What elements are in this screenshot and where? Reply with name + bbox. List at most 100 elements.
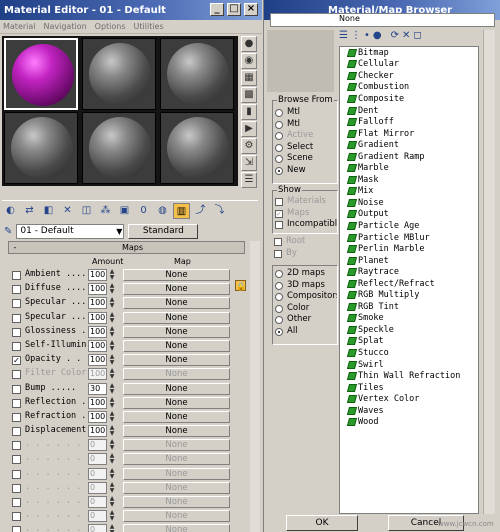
delete-icon[interactable]: ✕: [402, 30, 410, 44]
map-type-item[interactable]: Splat: [340, 336, 478, 348]
map-slot-button[interactable]: None: [123, 283, 230, 296]
amount-spinner-icon[interactable]: ▲▼: [108, 453, 116, 465]
view-list-icons-icon[interactable]: ⋮: [351, 30, 361, 44]
amount-spinner-icon[interactable]: ▲▼: [108, 481, 116, 494]
amount-spinner-icon[interactable]: ▲▼: [108, 510, 116, 522]
map-type-item[interactable]: Waves: [340, 405, 478, 417]
map-enable-checkbox[interactable]: [12, 412, 21, 422]
map-amount-input[interactable]: 100: [88, 269, 107, 281]
amount-spinner-icon[interactable]: ▲▼: [108, 311, 116, 324]
material-effects-channel-icon[interactable]: 0: [135, 203, 152, 219]
map-enable-checkbox[interactable]: [12, 313, 21, 323]
map-type-item[interactable]: Combustion: [340, 82, 478, 94]
radio-button[interactable]: [275, 143, 283, 152]
map-type-item[interactable]: Marble: [340, 162, 478, 174]
ok-button[interactable]: OK: [286, 515, 358, 531]
amount-spinner-icon[interactable]: ▲▼: [108, 354, 116, 366]
map-type-item[interactable]: Smoke: [340, 313, 478, 325]
checkbox[interactable]: [275, 221, 283, 229]
copy-material-icon[interactable]: ◫: [78, 203, 95, 219]
amount-spinner-icon[interactable]: ▲▼: [108, 425, 116, 437]
map-amount-input[interactable]: 0: [88, 496, 107, 508]
amount-spinner-icon[interactable]: ▲▼: [108, 467, 116, 480]
map-amount-input[interactable]: 0: [88, 524, 107, 532]
assign-to-selection-icon[interactable]: ◧: [40, 203, 57, 219]
amount-spinner-icon[interactable]: ▲▼: [108, 382, 116, 395]
map-amount-input[interactable]: 0: [88, 467, 107, 480]
map-type-item[interactable]: Dent: [340, 105, 478, 117]
showopts-option[interactable]: ✓ Maps: [273, 208, 337, 220]
map-slot-button[interactable]: None: [123, 396, 230, 409]
pick-material-icon[interactable]: ✎: [4, 226, 12, 237]
map-type-item[interactable]: Gradient: [340, 139, 478, 151]
catopts-option[interactable]: Color: [273, 303, 337, 315]
video-color-check-icon[interactable]: ▮: [241, 104, 257, 120]
catopts-option[interactable]: All: [273, 326, 337, 338]
lock-icon[interactable]: 🔒: [235, 280, 246, 291]
map-enable-checkbox[interactable]: [12, 483, 21, 493]
editor-scrollbar[interactable]: [250, 241, 260, 532]
map-amount-input[interactable]: 100: [88, 297, 107, 310]
map-enable-checkbox[interactable]: [12, 512, 21, 522]
radio-button[interactable]: [275, 293, 283, 301]
map-type-item[interactable]: Planet: [340, 255, 478, 267]
map-enable-checkbox[interactable]: [12, 285, 21, 295]
background-checker-icon[interactable]: ▦: [241, 70, 257, 86]
map-type-item[interactable]: RGB Tint: [340, 301, 478, 313]
backlight-icon[interactable]: ◉: [241, 53, 257, 69]
menu-options[interactable]: Options: [95, 22, 126, 31]
map-slot-button[interactable]: None: [123, 269, 230, 281]
map-enable-checkbox[interactable]: [12, 341, 21, 351]
map-enable-checkbox[interactable]: [12, 271, 21, 280]
map-type-item[interactable]: Flat Mirror: [340, 128, 478, 140]
map-slot-button[interactable]: None: [123, 368, 230, 381]
map-slot-button[interactable]: None: [123, 496, 230, 508]
amount-spinner-icon[interactable]: ▲▼: [108, 339, 116, 352]
map-enable-checkbox[interactable]: [12, 455, 21, 465]
browsefrom-option[interactable]: Select: [273, 142, 337, 154]
amount-spinner-icon[interactable]: ▲▼: [108, 396, 116, 409]
map-type-item[interactable]: Checker: [340, 70, 478, 82]
view-list-icon[interactable]: ☰: [339, 30, 348, 44]
editor-titlebar[interactable]: Material Editor - 01 - Default _ □ ×: [0, 0, 262, 20]
map-amount-input[interactable]: 100: [88, 396, 107, 409]
menu-utilities[interactable]: Utilities: [134, 22, 164, 31]
map-amount-input[interactable]: 100: [88, 283, 107, 296]
radio-button[interactable]: [275, 155, 283, 163]
map-type-item[interactable]: Swirl: [340, 359, 478, 371]
catopts-option[interactable]: Other: [273, 314, 337, 326]
amount-spinner-icon[interactable]: ▲▼: [108, 297, 116, 309]
map-amount-input[interactable]: 0: [88, 510, 107, 523]
map-slot-button[interactable]: None: [123, 510, 230, 523]
map-amount-input[interactable]: 100: [88, 325, 107, 338]
map-type-item[interactable]: Stucco: [340, 347, 478, 359]
map-type-item[interactable]: Perlin Marble: [340, 243, 478, 255]
material-name-combo[interactable]: 01 - Default: [16, 223, 125, 239]
map-type-item[interactable]: Particle MBlur: [340, 232, 478, 244]
map-type-item[interactable]: Particle Age: [340, 220, 478, 232]
reset-icon[interactable]: ✕: [59, 203, 76, 219]
browsefrom-option[interactable]: New: [273, 165, 337, 177]
amount-spinner-icon[interactable]: ▲▼: [108, 283, 116, 295]
menu-navigation[interactable]: Navigation: [44, 22, 87, 31]
map-slot-button[interactable]: None: [123, 453, 230, 466]
map-enable-checkbox[interactable]: [12, 327, 21, 337]
options-icon[interactable]: ⚙: [241, 138, 257, 154]
map-type-item[interactable]: Composite: [340, 93, 478, 105]
map-type-item[interactable]: Bitmap: [340, 47, 478, 59]
radio-button[interactable]: [275, 166, 283, 175]
map-amount-input[interactable]: 30: [88, 382, 107, 395]
sample-slot-2[interactable]: [82, 38, 156, 110]
minimize-button[interactable]: _: [210, 3, 224, 16]
make-unique-icon[interactable]: ⁂: [97, 203, 114, 219]
view-large-icons-icon[interactable]: ●: [373, 30, 382, 44]
map-type-item[interactable]: Tiles: [340, 382, 478, 394]
maps-rollout-header[interactable]: - Maps: [8, 241, 245, 254]
material-type-button[interactable]: Standard: [128, 223, 199, 239]
map-slot-button[interactable]: None: [123, 467, 230, 480]
show-end-result-icon[interactable]: ▥: [173, 202, 190, 219]
uv-tiling-icon[interactable]: ▩: [241, 87, 257, 103]
map-slot-button[interactable]: None: [123, 425, 230, 438]
rootopts-option[interactable]: By: [272, 248, 338, 260]
checkbox[interactable]: [275, 198, 283, 206]
